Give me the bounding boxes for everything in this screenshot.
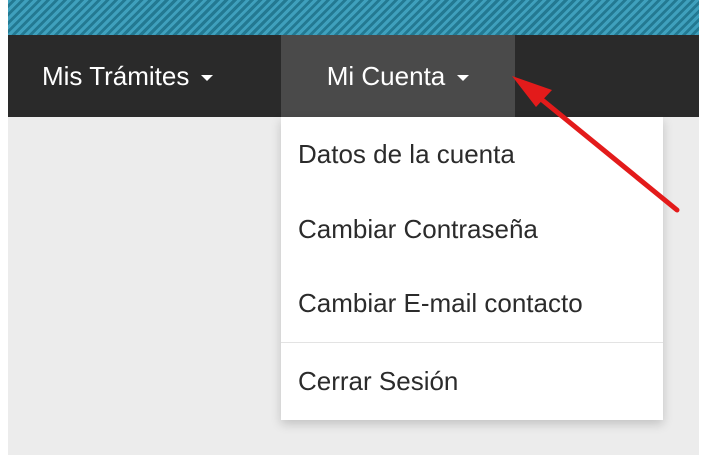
menu-item-label: Cerrar Sesión xyxy=(298,365,459,396)
nav-item-mi-cuenta[interactable]: Mi Cuenta xyxy=(281,35,515,117)
nav-item-label: Mi Cuenta xyxy=(326,60,446,91)
nav-item-mis-tramites[interactable]: Mis Trámites xyxy=(20,35,235,117)
account-dropdown-menu: Datos de la cuenta Cambiar Contraseña Ca… xyxy=(281,117,663,420)
menu-item-cerrar-sesion[interactable]: Cerrar Sesión xyxy=(281,351,663,411)
right-frame xyxy=(699,0,707,455)
menu-item-cambiar-email[interactable]: Cambiar E-mail contacto xyxy=(281,273,663,333)
menu-item-datos-cuenta[interactable]: Datos de la cuenta xyxy=(281,124,663,184)
menu-item-label: Cambiar Contraseña xyxy=(298,213,538,244)
left-frame xyxy=(0,0,8,455)
nav-item-label: Mis Trámites xyxy=(42,60,190,91)
menu-item-cambiar-contrasena[interactable]: Cambiar Contraseña xyxy=(281,199,663,259)
menu-divider xyxy=(281,342,663,343)
menu-item-label: Datos de la cuenta xyxy=(298,138,515,169)
header-banner xyxy=(8,0,699,35)
menu-item-label: Cambiar E-mail contacto xyxy=(298,287,583,318)
chevron-down-icon xyxy=(201,75,214,81)
chevron-down-icon xyxy=(457,75,470,81)
navbar: Mis Trámites Mi Cuenta xyxy=(8,35,699,117)
